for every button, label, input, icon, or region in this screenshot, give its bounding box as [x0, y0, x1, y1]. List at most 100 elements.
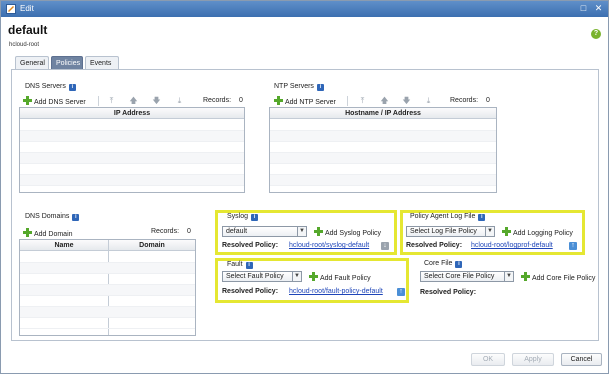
info-icon[interactable]: i	[68, 84, 76, 91]
window-title: Edit	[20, 4, 34, 13]
info-icon[interactable]: i	[72, 214, 80, 221]
fault-policy-select[interactable]: Select Fault Policy ▼	[222, 271, 302, 282]
ok-button[interactable]: OK	[471, 353, 505, 366]
table-row	[20, 252, 195, 263]
log-file-resolved-link[interactable]: hcloud-root/logprof-default	[471, 242, 553, 249]
table-row	[20, 131, 244, 142]
add-dns-server-label: Add DNS Server	[34, 99, 86, 106]
cancel-button[interactable]: Cancel	[561, 353, 602, 366]
fault-section: Fault i	[225, 261, 255, 269]
table-row	[20, 285, 195, 296]
page-title: default	[8, 23, 48, 37]
table-row	[270, 175, 496, 186]
table-row	[20, 175, 244, 186]
table-row	[20, 120, 244, 131]
add-logging-policy-label: Add Logging Policy	[513, 230, 573, 237]
column-header-name[interactable]: Name	[20, 240, 108, 251]
move-top-icon[interactable]: ⤒	[358, 96, 367, 105]
chevron-down-icon: ▼	[504, 272, 513, 281]
add-core-file-policy-button[interactable]: Add Core File Policy	[521, 272, 595, 282]
records-label: Records:	[151, 228, 180, 235]
records-count: 0	[485, 97, 490, 104]
toolbar-divider	[98, 96, 99, 106]
tab-events[interactable]: Events	[85, 56, 119, 69]
add-logging-policy-button[interactable]: Add Logging Policy	[502, 227, 573, 237]
log-file-resolved-label: Resolved Policy:	[406, 242, 463, 249]
chevron-down-icon: ▼	[485, 227, 494, 236]
table-row	[270, 153, 496, 164]
add-icon	[23, 96, 32, 105]
table-row	[270, 164, 496, 175]
upload-icon[interactable]: ↑	[569, 242, 577, 250]
ntp-servers-records: Records: 0	[450, 97, 490, 104]
move-up-icon[interactable]: 🡅	[129, 96, 138, 105]
syslog-label: Syslog	[227, 213, 249, 220]
syslog-policy-select[interactable]: default ▼	[222, 226, 307, 237]
core-file-section: Core File i	[422, 260, 465, 268]
add-ntp-server-button[interactable]: Add NTP Server	[274, 96, 336, 106]
column-header-hostname[interactable]: Hostname / IP Address	[270, 108, 496, 119]
info-icon[interactable]: i	[251, 214, 259, 221]
table-row	[270, 142, 496, 153]
move-bottom-icon[interactable]: ⤓	[424, 96, 433, 105]
add-syslog-policy-label: Add Syslog Policy	[325, 230, 382, 237]
apply-button[interactable]: Apply	[512, 353, 554, 366]
records-count: 0	[186, 228, 191, 235]
info-icon[interactable]: i	[316, 84, 324, 91]
tab-general[interactable]: General	[15, 56, 49, 69]
column-header-ip-address[interactable]: IP Address	[20, 108, 244, 119]
edit-dialog: Edit □ ✕ default hcloud-root ? General P…	[0, 0, 609, 374]
dns-domains-table[interactable]: Name Domain	[19, 239, 196, 336]
upload-icon[interactable]: ↑	[397, 288, 405, 296]
dns-servers-records: Records: 0	[203, 97, 243, 104]
add-icon	[23, 228, 32, 237]
info-icon[interactable]: i	[455, 261, 463, 268]
help-icon[interactable]: ?	[591, 29, 601, 39]
download-icon[interactable]: ↓	[381, 242, 389, 250]
chevron-down-icon: ▼	[297, 227, 306, 236]
info-icon[interactable]: i	[478, 214, 486, 221]
dns-servers-table[interactable]: IP Address	[19, 107, 245, 193]
syslog-resolved-link[interactable]: hcloud-root/syslog-default	[289, 242, 369, 249]
records-label: Records:	[450, 97, 479, 104]
tab-policies[interactable]: Policies	[51, 56, 83, 69]
add-domain-button[interactable]: Add Domain	[23, 228, 73, 238]
column-header-domain[interactable]: Domain	[109, 240, 195, 251]
move-down-icon[interactable]: 🡇	[152, 96, 161, 105]
info-icon[interactable]: i	[245, 262, 253, 269]
table-row	[20, 142, 244, 153]
add-icon	[309, 272, 318, 281]
add-syslog-policy-button[interactable]: Add Syslog Policy	[314, 227, 381, 237]
move-bottom-icon[interactable]: ⤓	[175, 96, 184, 105]
records-count: 0	[238, 97, 243, 104]
add-icon	[274, 96, 283, 105]
add-fault-policy-button[interactable]: Add Fault Policy	[309, 272, 371, 282]
fault-resolved-label: Resolved Policy:	[222, 288, 279, 295]
move-down-icon[interactable]: 🡇	[402, 96, 411, 105]
table-row	[20, 153, 244, 164]
syslog-resolved-label: Resolved Policy:	[222, 242, 279, 249]
table-row	[20, 296, 195, 307]
add-dns-server-button[interactable]: Add DNS Server	[23, 96, 86, 106]
table-row	[270, 120, 496, 131]
dns-domains-records: Records: 0	[151, 228, 191, 235]
log-file-policy-select[interactable]: Select Log File Policy ▼	[406, 226, 495, 237]
core-file-select-value: Select Core File Policy	[424, 273, 495, 280]
core-file-policy-select[interactable]: Select Core File Policy ▼	[420, 271, 514, 282]
table-row	[270, 131, 496, 142]
add-icon	[521, 272, 530, 281]
maximize-icon[interactable]: □	[578, 3, 589, 14]
add-icon	[502, 227, 511, 236]
move-up-icon[interactable]: 🡅	[380, 96, 389, 105]
ntp-servers-table[interactable]: Hostname / IP Address	[269, 107, 497, 193]
fault-resolved-link[interactable]: hcloud-root/fault-policy-default	[289, 288, 383, 295]
records-label: Records:	[203, 97, 232, 104]
title-bar: Edit □ ✕	[1, 1, 608, 17]
add-domain-label: Add Domain	[34, 231, 73, 238]
toolbar-divider	[347, 96, 348, 106]
close-icon[interactable]: ✕	[593, 3, 604, 14]
dns-servers-label: DNS Servers	[25, 83, 66, 90]
page-subtitle: hcloud-root	[9, 42, 40, 48]
move-top-icon[interactable]: ⤒	[107, 96, 116, 105]
table-row	[20, 307, 195, 318]
